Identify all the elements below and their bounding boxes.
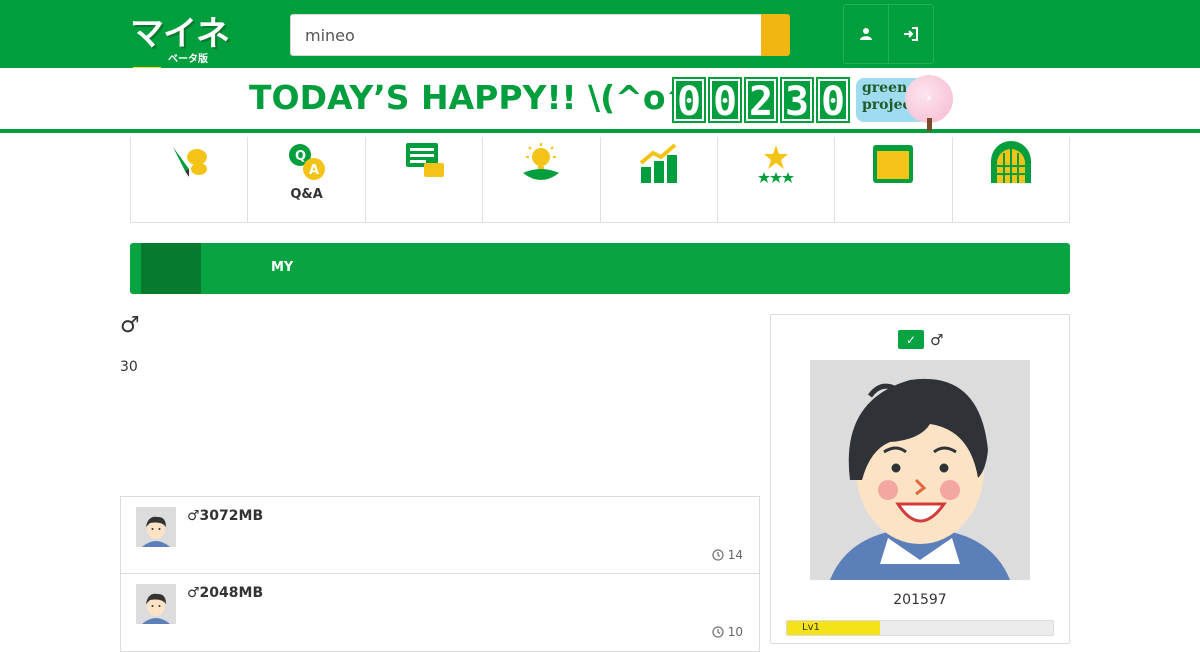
chat-icon <box>405 143 444 177</box>
profile-user-id: 201597 <box>893 592 947 608</box>
happy-banner: TODAY’S HAPPY!! \(^o^)/ 0 0 2 3 0 green p… <box>0 68 1200 133</box>
list-item[interactable]: ♂2048MB 10 <box>120 574 760 652</box>
search-input-value: mineo <box>305 25 355 45</box>
pen-chat-icon <box>173 147 208 177</box>
qa-icon: Q A <box>288 144 325 180</box>
user-avatar-icon <box>136 507 176 547</box>
counter-digit: 3 <box>780 77 814 125</box>
sign-in-icon <box>904 27 918 41</box>
svg-text:Q: Q <box>295 149 306 164</box>
category-item-box[interactable] <box>835 137 953 223</box>
category-item-ideas[interactable] <box>483 137 601 223</box>
logo-beta-label: ベータ版 <box>168 54 208 65</box>
my-page-bar: MY <box>130 243 1070 294</box>
list-item[interactable]: ♂3072MB 14 <box>120 496 760 574</box>
site-header: マイネ王 ベータ版 mineo <box>0 0 1200 103</box>
level-label: Lv1 <box>802 622 820 633</box>
search-input[interactable]: mineo <box>290 14 762 56</box>
post-meta: 10 <box>712 625 743 639</box>
category-label: Q&A <box>290 187 323 202</box>
counter-digit: 0 <box>708 77 742 125</box>
search-button[interactable] <box>761 14 790 56</box>
level-progress-fill <box>787 621 881 635</box>
category-item-board[interactable] <box>131 137 249 223</box>
happy-text: TODAY’S HAPPY!! \(^o^)/ <box>249 78 721 117</box>
post-meta: 14 <box>712 548 743 562</box>
svg-text:A: A <box>309 163 319 178</box>
post-list: ♂3072MB 14 ♂2048MB 10 <box>120 496 760 652</box>
level-progress-bar: Lv1 <box>786 620 1054 636</box>
profile-card-gender: ♂ <box>930 330 944 349</box>
user-button[interactable] <box>843 4 889 64</box>
profile-card: ✓ ♂ 201597 Lv1 <box>770 314 1070 644</box>
user-icon <box>860 28 872 40</box>
user-avatar-icon <box>810 360 1030 580</box>
post-count: 14 <box>727 548 743 562</box>
verified-badge: ✓ <box>898 330 924 349</box>
counter-digit: 2 <box>744 77 778 125</box>
post-title[interactable]: ♂3072MB <box>187 508 263 524</box>
door-icon <box>990 141 1031 183</box>
category-item-chat[interactable] <box>366 137 484 223</box>
category-item-review[interactable] <box>718 137 836 223</box>
category-item-qa[interactable]: Q A Q&A <box>248 137 366 223</box>
profile-gender: ♂ <box>120 313 140 338</box>
clock-icon <box>712 626 724 638</box>
folder-icon <box>873 145 914 183</box>
login-button[interactable] <box>888 4 934 64</box>
avatar <box>136 507 176 547</box>
star-rating-icon <box>758 145 795 183</box>
growth-chart-icon <box>639 143 677 183</box>
category-item-ranking[interactable] <box>601 137 718 223</box>
chevron-right-icon: › <box>926 90 932 106</box>
my-page-tab-active[interactable] <box>141 243 201 294</box>
site-logo[interactable]: マイネ王 ベータ版 <box>130 6 248 103</box>
clock-icon <box>712 549 724 561</box>
post-title[interactable]: ♂2048MB <box>187 585 263 601</box>
counter-digit: 0 <box>672 77 706 125</box>
avatar <box>136 584 176 624</box>
post-count: 10 <box>727 625 743 639</box>
profile-age: 30 <box>120 359 138 375</box>
category-item-lounge[interactable] <box>953 137 1070 223</box>
category-nav: Q A Q&A <box>130 137 1070 223</box>
happy-counter: 0 0 2 3 0 <box>672 77 850 125</box>
profile-card-header: ✓ ♂ <box>898 330 943 349</box>
avatar <box>810 360 1030 580</box>
user-avatar-icon <box>136 584 176 624</box>
tree-trunk-icon <box>927 118 932 131</box>
counter-digit: 0 <box>816 77 850 125</box>
lightbulb-icon <box>523 143 560 180</box>
my-page-label[interactable]: MY <box>271 260 293 275</box>
